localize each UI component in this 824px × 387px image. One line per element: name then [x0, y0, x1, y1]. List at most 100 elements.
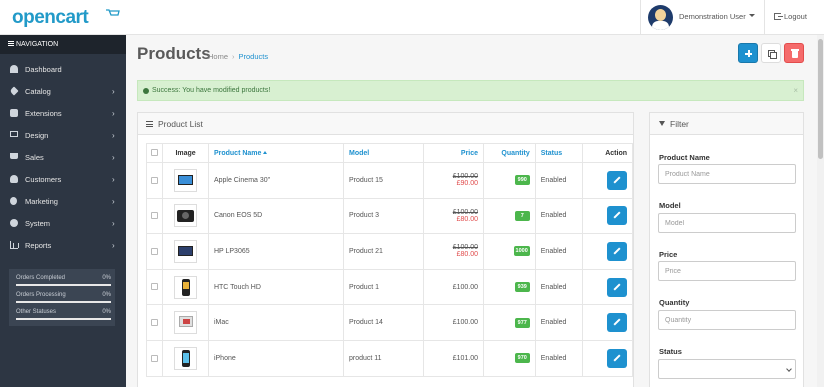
product-status-cell: Enabled [534, 339, 583, 377]
product-model-cell: Product 3 [343, 197, 425, 235]
product-image-cell [162, 304, 209, 341]
sidebar-item-catalog[interactable]: Catalog › [0, 80, 126, 102]
row-checkbox[interactable] [151, 354, 159, 362]
product-model-cell: Product 1 [343, 268, 425, 306]
sidebar-item-design[interactable]: Design › [0, 124, 126, 146]
sidebar-item-customers[interactable]: Customers › [0, 168, 126, 190]
delete-button[interactable] [784, 43, 804, 63]
product-name-cell: HP LP3065 [207, 233, 345, 270]
logo-text: opencart [12, 7, 89, 28]
edit-button[interactable] [607, 313, 627, 333]
filter-status-select[interactable] [658, 359, 796, 379]
product-price-cell: £100.00 [423, 268, 485, 306]
stat-other-statuses: Other Statuses 0% [16, 309, 111, 320]
product-table-body: Apple Cinema 30" Product 15 £100.00 £90.00 9… [145, 162, 634, 377]
sidebar-item-system[interactable]: System › [0, 212, 126, 234]
product-action-cell [581, 197, 634, 235]
product-quantity-cell: 7 [483, 197, 536, 235]
user-menu[interactable]: Demonstration User [640, 0, 764, 35]
row-checkbox[interactable] [151, 283, 159, 291]
edit-button[interactable] [607, 206, 627, 226]
logout-label: Logout [784, 12, 807, 21]
product-name-cell: Canon EOS 5D [207, 197, 345, 235]
original-price: £100.00 [452, 173, 479, 181]
product-price: £101.00 [452, 354, 479, 362]
caret-down-icon [749, 14, 755, 17]
sign-out-icon [774, 13, 783, 20]
sidebar-item-extensions[interactable]: Extensions › [0, 102, 126, 124]
filter-label-model: Model [659, 201, 681, 210]
sidebar-item-reports[interactable]: Reports › [0, 234, 126, 256]
page-scrollbar[interactable] [817, 35, 824, 387]
navigation-heading: NAVIGATION [0, 35, 126, 54]
product-action-cell [581, 339, 634, 377]
sidebar-item-marketing[interactable]: Marketing › [0, 190, 126, 212]
sidebar-item-label: Extensions [25, 109, 62, 118]
chevron-right-icon: › [112, 219, 115, 228]
breadcrumb-home[interactable]: Home [208, 52, 228, 61]
alert-close-button[interactable]: × [793, 86, 798, 95]
filter-title: Filter [670, 119, 689, 129]
edit-button[interactable] [607, 348, 627, 368]
product-quantity-cell: 970 [483, 339, 536, 377]
copy-button[interactable] [761, 43, 781, 63]
scrollbar-thumb[interactable] [818, 39, 823, 159]
product-status-cell: Enabled [534, 268, 583, 306]
product-thumbnail [174, 275, 198, 299]
product-price: £100.00 [452, 319, 479, 327]
logout-link[interactable]: Logout [764, 0, 824, 35]
breadcrumb-products[interactable]: Products [239, 52, 269, 61]
chevron-down-icon [786, 366, 792, 372]
table-row: Canon EOS 5D Product 3 £100.00 £80.00 7 Enabl… [145, 197, 634, 235]
add-new-button[interactable] [738, 43, 758, 63]
product-action-cell [581, 233, 634, 270]
stat-orders-completed: Orders Completed 0% [16, 275, 111, 286]
chevron-right-icon: › [112, 197, 115, 206]
product-action-cell [581, 304, 634, 341]
column-header-quantity[interactable]: Quantity [483, 143, 536, 163]
product-price-cell: £100.00 £90.00 [423, 162, 485, 199]
row-checkbox-cell [145, 197, 164, 235]
sidebar-item-label: Dashboard [25, 65, 62, 74]
edit-button[interactable] [607, 277, 627, 297]
table-row: Apple Cinema 30" Product 15 £100.00 £90.00 9… [145, 162, 634, 199]
row-checkbox[interactable] [151, 319, 159, 326]
stat-value: 0% [102, 275, 111, 281]
chevron-right-icon: › [112, 131, 115, 140]
share-icon [10, 197, 17, 205]
sidebar-item-label: System [25, 219, 51, 228]
chevron-right-icon: › [112, 109, 115, 118]
stat-value: 0% [102, 309, 111, 315]
cart-logo-icon [106, 9, 120, 16]
product-quantity-cell: 977 [483, 304, 536, 341]
filter-panel: Filter Product Name Model Price Quantity… [649, 112, 804, 387]
select-all-checkbox[interactable] [151, 149, 159, 157]
column-header-status[interactable]: Status [534, 143, 583, 163]
edit-button[interactable] [607, 241, 627, 261]
opencart-logo[interactable]: opencart [12, 7, 120, 29]
progress-bar [16, 284, 111, 286]
product-thumbnail [174, 239, 198, 263]
filter-product-name-input[interactable] [658, 164, 796, 184]
column-header-price[interactable]: Price [423, 143, 485, 163]
product-model-cell: Product 15 [343, 162, 425, 199]
sidebar-item-sales[interactable]: Sales › [0, 146, 126, 168]
row-checkbox[interactable] [151, 247, 159, 255]
column-header-name[interactable]: Product Name [207, 143, 345, 163]
sidebar-item-label: Catalog [25, 87, 51, 96]
check-circle-icon [143, 88, 149, 94]
filter-label-quantity: Quantity [659, 298, 690, 307]
table-row: HTC Touch HD Product 1 £100.00 939 Enabled [145, 268, 634, 306]
product-action-cell [581, 268, 634, 306]
list-icon [146, 121, 153, 127]
bar-chart-icon [10, 241, 19, 249]
filter-quantity-input[interactable] [658, 310, 796, 330]
filter-price-input[interactable] [658, 261, 796, 281]
edit-button[interactable] [607, 170, 627, 190]
row-checkbox[interactable] [151, 176, 159, 184]
row-checkbox[interactable] [151, 212, 159, 220]
sidebar-item-dashboard[interactable]: Dashboard [0, 58, 126, 80]
column-header-model[interactable]: Model [343, 143, 425, 163]
filter-model-input[interactable] [658, 213, 796, 233]
product-status-cell: Enabled [534, 233, 583, 270]
